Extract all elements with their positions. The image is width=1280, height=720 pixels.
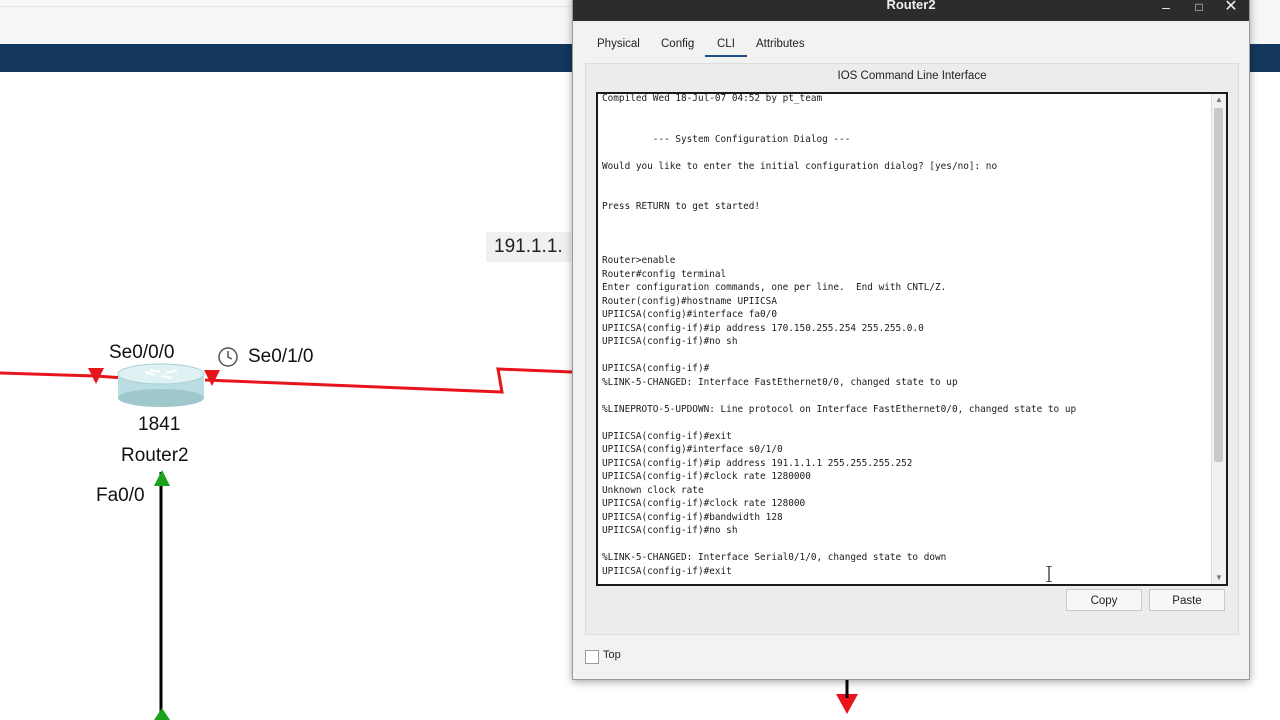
- window-titlebar[interactable]: Router2 ‒ □ ✕: [573, 0, 1249, 21]
- terminal-line: UPIICSA(config-if)#no sh: [602, 525, 738, 536]
- terminal-line: UPIICSA(config-if)#exit: [602, 430, 732, 442]
- paste-button[interactable]: Paste: [1149, 589, 1225, 611]
- terminal-line: UPIICSA(config-if)#ip address 191.1.1.1 …: [602, 457, 913, 469]
- ip-note-label[interactable]: 191.1.1.: [486, 232, 571, 262]
- terminal-line: Unknown clock rate: [602, 484, 704, 496]
- top-checkbox-label: Top: [603, 649, 621, 661]
- maximize-icon[interactable]: □: [1188, 0, 1210, 17]
- terminal-line: UPIICSA(config-if)#clock rate 128000: [602, 498, 806, 509]
- terminal-line: %LINEPROTO-5-UPDOWN: Line protocol on In…: [602, 403, 1077, 415]
- tab-physical[interactable]: Physical: [597, 38, 640, 55]
- port-bottom-up-indicator: [154, 708, 170, 720]
- router2-window[interactable]: Router2 ‒ □ ✕ Physical Config CLI Attrib…: [572, 0, 1250, 680]
- port-se010-down-indicator: [204, 370, 220, 386]
- top-checkbox[interactable]: [585, 650, 599, 664]
- terminal-line: UPIICSA(config)#interface fa0/0: [602, 309, 777, 320]
- terminal-line: Compiled Wed 18-Jul-07 04:52 by pt_team: [602, 93, 823, 104]
- terminal-line: UPIICSA(config-if)#bandwidth 128: [602, 511, 783, 523]
- terminal-line: UPIICSA(config-if)#clock rate 1280000: [602, 471, 811, 482]
- scroll-up-icon[interactable]: ▲: [1212, 94, 1226, 106]
- terminal-line: UPIICSA(config-if)#exit: [602, 565, 732, 577]
- serial-link-left[interactable]: [0, 371, 126, 380]
- router-name-label[interactable]: Router2: [121, 445, 189, 467]
- clock-icon: [218, 347, 238, 367]
- terminal-line: Router(config)#hostname UPIICSA: [602, 295, 777, 307]
- panel-title: IOS Command Line Interface: [837, 70, 987, 82]
- port-label-se000: Se0/0/0: [109, 342, 175, 363]
- cli-panel: IOS Command Line Interface Compiled Wed …: [585, 63, 1239, 635]
- tab-config[interactable]: Config: [661, 38, 694, 55]
- terminal-line: %LINK-5-CHANGED: Interface FastEthernet0…: [602, 376, 958, 388]
- terminal-line: Router#config terminal: [602, 268, 727, 280]
- terminal-output: Compiled Wed 18-Jul-07 04:52 by pt_team …: [602, 93, 1210, 578]
- terminal-scrollbar[interactable]: ▲ ▼: [1211, 94, 1226, 584]
- terminal-line: Press RETURN to get started!: [602, 201, 761, 212]
- port-fa00-up-indicator: [154, 470, 170, 486]
- port-label-fa00: Fa0/0: [96, 485, 145, 506]
- terminal-line: Would you like to enter the initial conf…: [602, 160, 998, 172]
- terminal-line: UPIICSA(config-if)#: [602, 363, 710, 374]
- serial-link-right[interactable]: [204, 367, 573, 394]
- router-model-label: 1841: [138, 414, 181, 435]
- terminal-line: Enter configuration commands, one per li…: [602, 282, 947, 293]
- close-icon[interactable]: ✕: [1220, 0, 1242, 17]
- cli-terminal[interactable]: Compiled Wed 18-Jul-07 04:52 by pt_team …: [596, 92, 1228, 586]
- terminal-line: --- System Configuration Dialog ---: [602, 133, 851, 145]
- terminal-line: %LINK-5-CHANGED: Interface Serial0/1/0, …: [602, 552, 947, 563]
- terminal-line: UPIICSA(config-if)#no sh: [602, 336, 738, 347]
- scroll-down-icon[interactable]: ▼: [1212, 572, 1226, 584]
- terminal-line: UPIICSA(config-if)#ip address 170.150.25…: [602, 322, 924, 334]
- terminal-line: UPIICSA(config)#interface s0/1/0: [602, 444, 783, 455]
- port-label-se010: Se0/1/0: [248, 346, 314, 367]
- menubar-divider: [0, 6, 572, 7]
- window-title: Router2: [886, 0, 936, 12]
- router2-icon[interactable]: [117, 363, 205, 407]
- scrollbar-thumb[interactable]: [1214, 108, 1223, 462]
- text-cursor-icon: [1046, 566, 1052, 582]
- tab-attributes[interactable]: Attributes: [756, 38, 805, 55]
- copy-button[interactable]: Copy: [1066, 589, 1142, 611]
- tab-cli[interactable]: CLI: [705, 38, 747, 57]
- terminal-line: Router>enable: [602, 255, 676, 266]
- minimize-icon[interactable]: ‒: [1155, 0, 1177, 17]
